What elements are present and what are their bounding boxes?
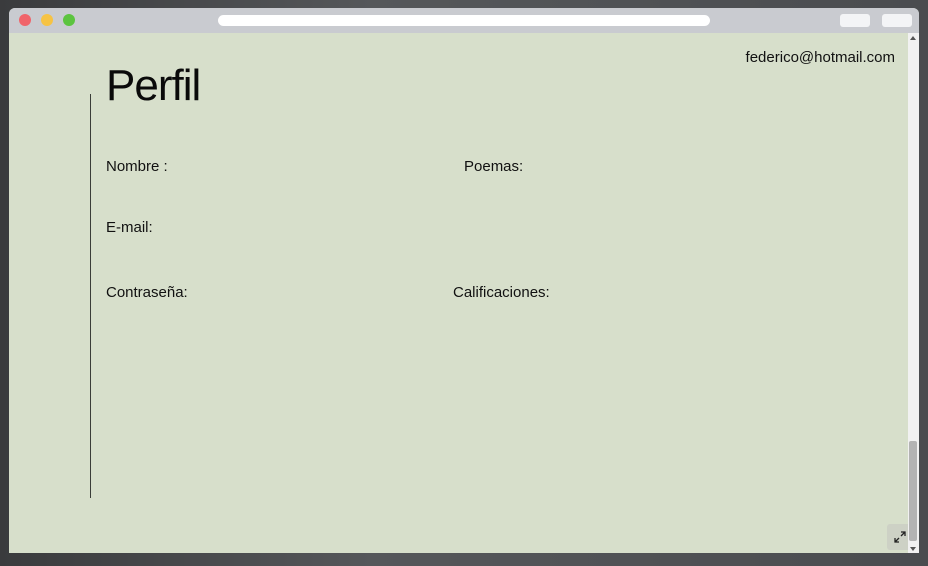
close-window-button[interactable] xyxy=(19,14,31,26)
address-bar[interactable] xyxy=(218,15,710,26)
scroll-down-icon[interactable] xyxy=(910,547,916,551)
browser-window: federico@hotmail.com Perfil Nombre : E-m… xyxy=(9,8,919,553)
password-label: Contraseña: xyxy=(106,284,188,301)
title-bar xyxy=(9,8,919,33)
vertical-scrollbar[interactable] xyxy=(908,33,919,553)
calificaciones-label: Calificaciones: xyxy=(453,284,550,301)
page-title: Perfil xyxy=(106,61,201,110)
toolbar-button-1[interactable] xyxy=(840,14,870,27)
email-label: E-mail: xyxy=(106,219,153,236)
expand-icon xyxy=(894,531,906,543)
nombre-label: Nombre : xyxy=(106,158,168,175)
user-email[interactable]: federico@hotmail.com xyxy=(746,49,895,66)
toolbar-button-2[interactable] xyxy=(882,14,912,27)
scroll-thumb[interactable] xyxy=(909,441,917,541)
vertical-divider xyxy=(90,94,91,498)
page-content: federico@hotmail.com Perfil Nombre : E-m… xyxy=(9,33,913,553)
poemas-label: Poemas: xyxy=(464,158,524,175)
minimize-window-button[interactable] xyxy=(41,14,53,26)
maximize-window-button[interactable] xyxy=(63,14,75,26)
scroll-up-icon[interactable] xyxy=(910,36,916,40)
